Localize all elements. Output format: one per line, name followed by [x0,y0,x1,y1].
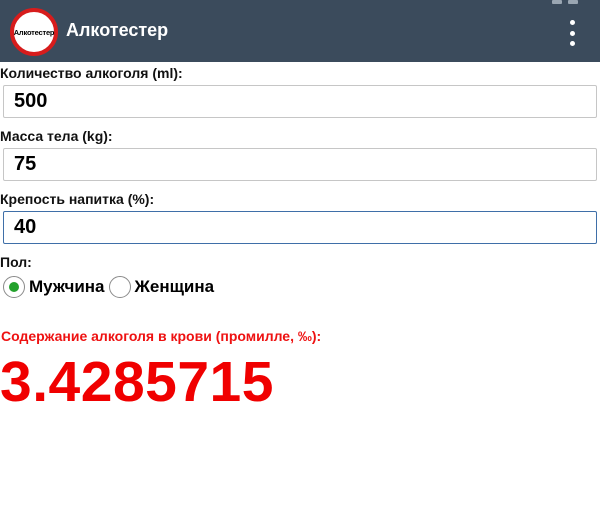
weight-input[interactable] [3,148,597,181]
amount-input[interactable] [3,85,597,118]
gender-option-male-label[interactable]: Мужчина [29,277,105,297]
status-icon [568,0,578,4]
app-logo: Алкотестер [10,8,58,56]
status-bar-icons [518,0,578,4]
more-vertical-icon[interactable] [564,20,580,46]
app-title: Алкотестер [66,20,169,40]
app-logo-text: Алкотестер [13,27,55,37]
gender-radio-group: Мужчина Женщина [3,274,218,300]
status-icon [552,0,562,4]
amount-label: Количество алкоголя (ml): [0,65,183,81]
result-caption: Содержание алкоголя в крови (промилле, ‰… [1,328,322,344]
gender-label: Пол: [0,254,32,270]
app-bar: Алкотестер Алкотестер [0,0,600,62]
result-value: 3.4285715 [0,350,274,414]
gender-radio-female[interactable] [108,276,131,298]
radio-selected-dot [9,282,19,292]
weight-label: Масса тела (kg): [0,128,113,144]
strength-label: Крепость напитка (%): [0,191,155,207]
gender-option-female-label[interactable]: Женщина [135,277,215,297]
strength-input[interactable] [3,211,597,244]
gender-radio-male[interactable] [3,276,25,298]
